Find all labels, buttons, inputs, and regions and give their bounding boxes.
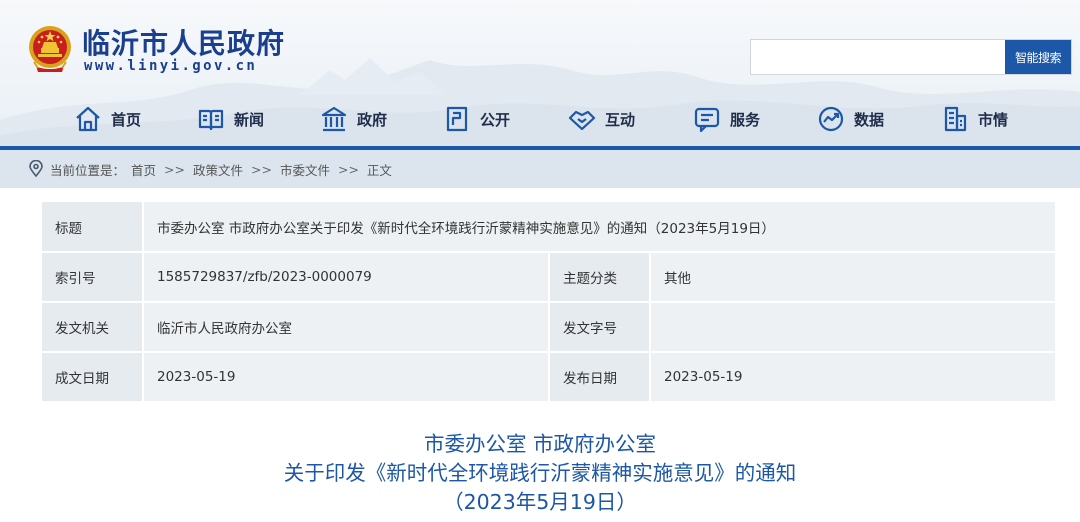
meta-label-topic: 主题分类 (549, 252, 651, 302)
meta-value-index: 1585729837/zfb/2023-0000079 (143, 252, 550, 302)
meta-label-created: 成文日期 (42, 352, 144, 402)
nav-label: 首页 (111, 110, 142, 129)
meta-label-index: 索引号 (42, 252, 144, 302)
nav-item-data[interactable]: 数据 (817, 96, 884, 142)
meta-row-title: 标题 市委办公室 市政府办公室关于印发《新时代全环境践行沂蒙精神实施意见》的通知… (42, 202, 1055, 252)
document-title-line-2: 关于印发《新时代全环境践行沂蒙精神实施意见》的通知 (283, 461, 797, 485)
nav-item-service[interactable]: 服务 (693, 96, 760, 142)
document-meta-table: 标题 市委办公室 市政府办公室关于印发《新时代全环境践行沂蒙精神实施意见》的通知… (42, 202, 1055, 403)
meta-value-topic: 其他 (650, 252, 1055, 302)
breadcrumb-separator: >> (337, 161, 359, 177)
handshake-icon (568, 110, 596, 131)
document-title: 市委办公室 市政府办公室 关于印发《新时代全环境践行沂蒙精神实施意见》的通知 （… (0, 430, 1080, 517)
nav-label: 市情 (978, 110, 1009, 129)
location-pin-icon (29, 160, 43, 178)
nav-item-city-info[interactable]: 市情 (941, 96, 1008, 142)
nav-item-government[interactable]: 政府 (320, 96, 387, 142)
meta-row-issuer: 发文机关 临沂市人民政府办公室 发文字号 (42, 302, 1055, 352)
meta-label-title: 标题 (42, 202, 144, 252)
breadcrumb-policy-link[interactable]: 政策文件 (193, 160, 243, 179)
breadcrumb: 当前位置是： 首页 >> 政策文件 >> 市委文件 >> 正文 (0, 150, 1080, 188)
home-icon (76, 106, 100, 132)
breadcrumb-separator: >> (251, 161, 272, 177)
meta-value-docno (650, 302, 1055, 352)
search-input[interactable] (751, 40, 1005, 74)
service-icon (694, 107, 720, 133)
nav-label: 数据 (854, 110, 885, 129)
meta-label-docno: 发文字号 (549, 302, 651, 352)
site-title[interactable]: 临沂市人民政府 (82, 22, 285, 62)
nav-label: 公开 (480, 110, 511, 129)
data-icon (818, 106, 844, 132)
nav-label: 互动 (605, 110, 636, 129)
national-emblem-icon (29, 26, 71, 72)
meta-row-index: 索引号 1585729837/zfb/2023-0000079 主题分类 其他 (42, 252, 1055, 302)
city-icon (944, 106, 967, 132)
meta-value-title: 市委办公室 市政府办公室关于印发《新时代全环境践行沂蒙精神实施意见》的通知（20… (143, 202, 1055, 252)
nav-item-disclosure[interactable]: 公开 (443, 96, 510, 142)
breadcrumb-home-link[interactable]: 首页 (131, 160, 156, 179)
meta-value-published: 2023-05-19 (650, 352, 1055, 402)
breadcrumb-prefix: 当前位置是： (50, 162, 126, 178)
meta-row-dates: 成文日期 2023-05-19 发布日期 2023-05-19 (42, 352, 1055, 402)
breadcrumb-separator: >> (164, 161, 185, 177)
nav-label: 政府 (357, 110, 388, 129)
breadcrumb-current: 正文 (366, 162, 392, 178)
meta-label-issuer: 发文机关 (42, 302, 144, 352)
meta-value-created: 2023-05-19 (143, 352, 550, 402)
nav-label: 服务 (730, 110, 761, 129)
breadcrumb-committee-link[interactable]: 市委文件 (280, 160, 330, 179)
news-icon (198, 109, 224, 131)
nav-label: 新闻 (234, 110, 265, 129)
document-title-line-3: （2023年5月19日） (443, 490, 637, 514)
document-title-line-1: 市委办公室 市政府办公室 (423, 432, 657, 456)
nav-item-home[interactable]: 首页 (74, 96, 141, 142)
nav-item-news[interactable]: 新闻 (197, 96, 264, 142)
search-box: 智能搜索 (750, 39, 1072, 75)
main-nav: 首页 新闻 政府 公开 互动 服务 数据 市情 (0, 96, 1080, 142)
disclosure-icon (446, 106, 468, 132)
meta-label-published: 发布日期 (549, 352, 651, 402)
government-icon (321, 106, 347, 132)
smart-search-button[interactable]: 智能搜索 (1005, 40, 1071, 74)
meta-value-issuer: 临沂市人民政府办公室 (143, 302, 550, 352)
site-url[interactable]: www.linyi.gov.cn (84, 58, 257, 74)
nav-item-interaction[interactable]: 互动 (568, 96, 635, 142)
site-header: 临沂市人民政府 www.linyi.gov.cn 智能搜索 首页 新闻 政府 公… (0, 0, 1080, 150)
